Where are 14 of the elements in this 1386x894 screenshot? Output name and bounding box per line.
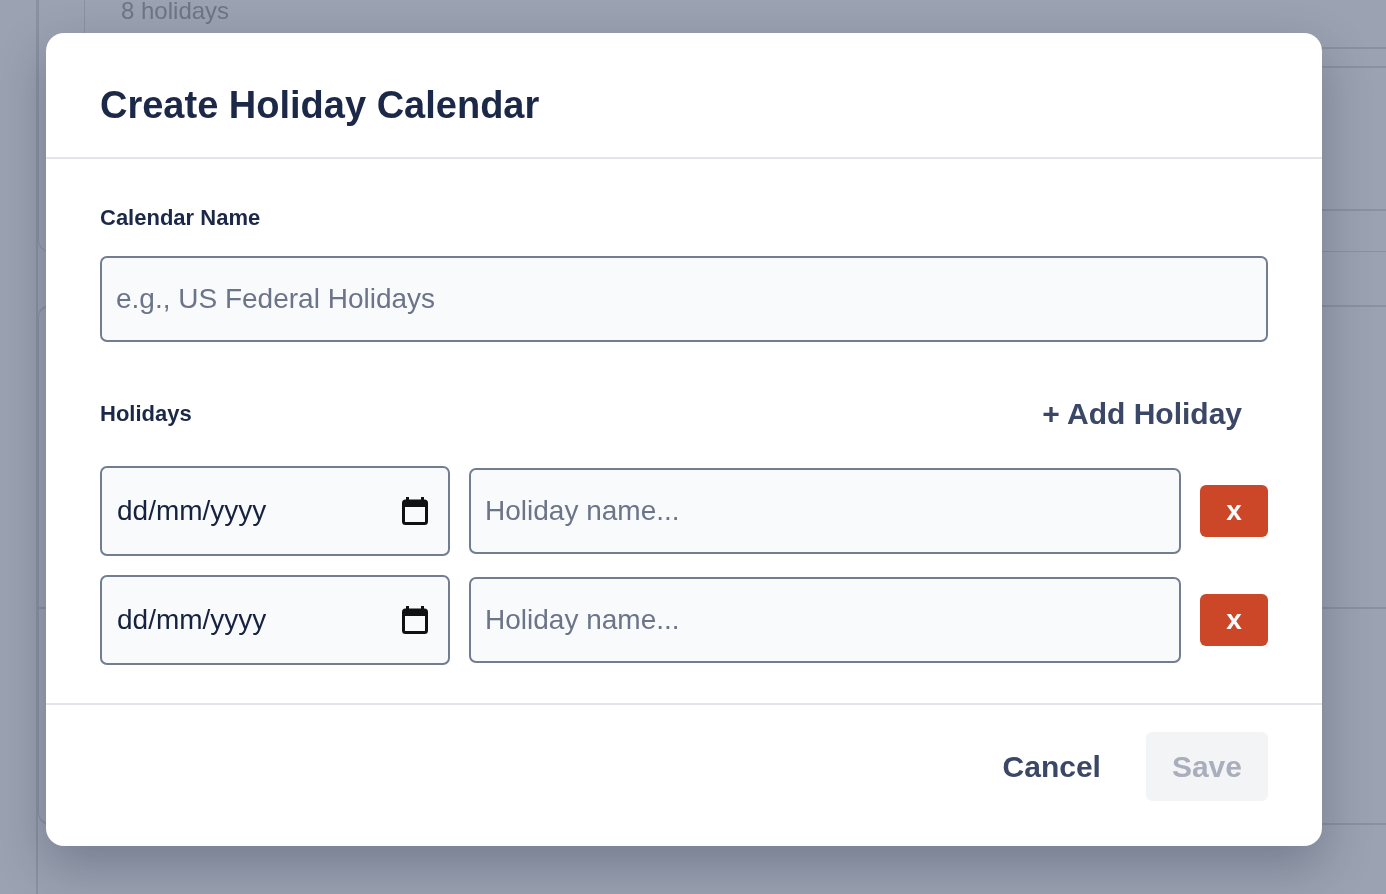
calendar-icon[interactable]	[402, 606, 428, 634]
date-input[interactable]: dd/mm/yyyy	[100, 575, 450, 665]
field-label: Calendar Name	[100, 205, 261, 231]
calendar-name-input[interactable]: e.g., US Federal Holidays	[100, 256, 1268, 342]
cancel-button[interactable]: Cancel	[976, 732, 1127, 801]
remove-holiday-button[interactable]: x	[1200, 594, 1268, 646]
holiday-name-input[interactable]: Holiday name...	[469, 577, 1181, 663]
holiday-name-input[interactable]: Holiday name...	[469, 468, 1181, 554]
add-holiday-button[interactable]: + Add Holiday	[1016, 389, 1268, 439]
remove-holiday-button[interactable]: x	[1200, 485, 1268, 537]
calendar-icon[interactable]	[402, 497, 428, 525]
date-input[interactable]: dd/mm/yyyy	[100, 466, 450, 556]
dialog-title: Create Holiday Calendar	[100, 86, 540, 124]
section-label: Holidays	[100, 401, 192, 427]
